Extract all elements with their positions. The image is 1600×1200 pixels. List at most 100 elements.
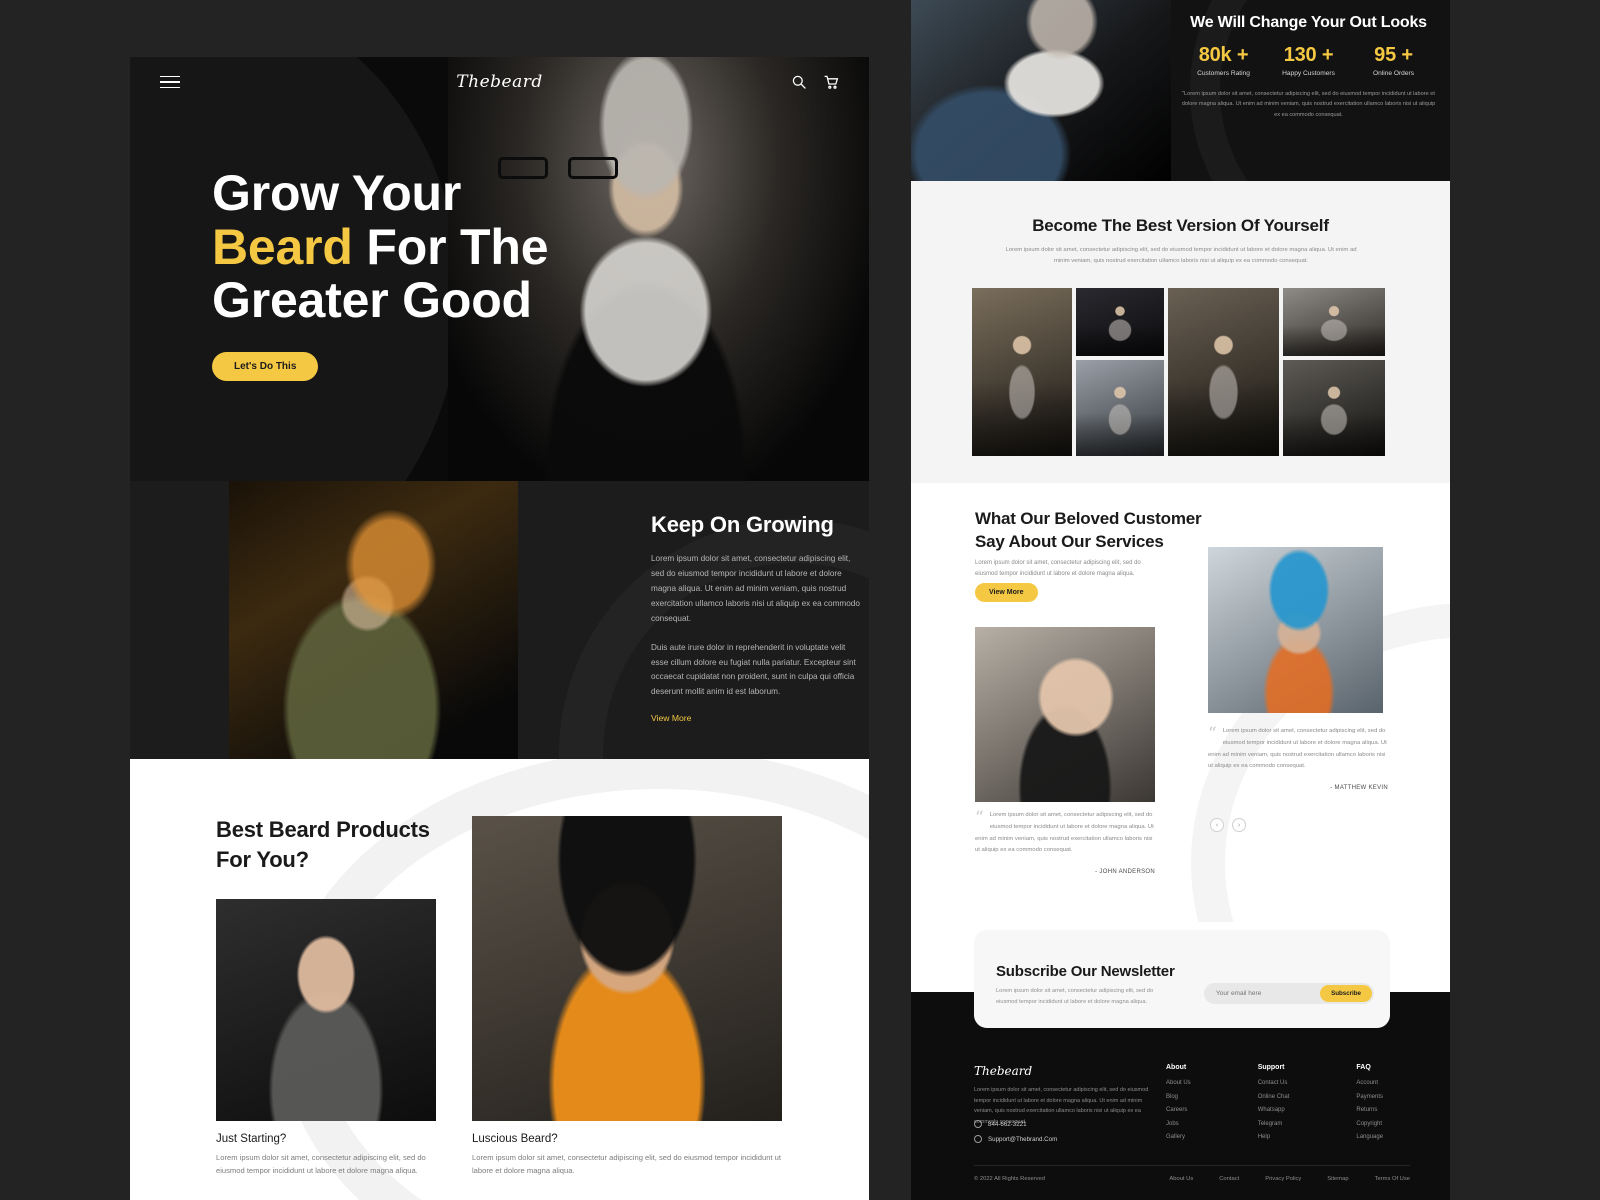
stat-value: 80k + xyxy=(1198,44,1249,66)
hero-copy: Grow Your Beard For The Greater Good Let… xyxy=(212,165,549,381)
footer-bottom-link[interactable]: Sitemap xyxy=(1327,1176,1348,1182)
footer-column-title: FAQ xyxy=(1356,1064,1371,1071)
hero-cta-button[interactable]: Let's Do This xyxy=(212,351,319,381)
product-photo-just-starting xyxy=(216,899,436,1121)
gallery-photo[interactable] xyxy=(1283,360,1385,456)
left-page: Thebeard Grow Your Beard For The Greater… xyxy=(130,57,869,1200)
product-card[interactable]: Just Starting? Lorem ipsum dolor sit ame… xyxy=(216,899,436,1178)
carousel-prev-icon[interactable]: ‹ xyxy=(1210,818,1224,832)
testimonials-title-line1: What Our Beloved Customer xyxy=(975,509,1202,528)
version-section: Become The Best Version Of Yourself Lore… xyxy=(911,181,1450,483)
testimonial-text: Lorem ipsum dolor sit amet, consectetur … xyxy=(975,812,1154,854)
testimonials-view-more-button[interactable]: View More xyxy=(975,583,1038,602)
testimonials-title: What Our Beloved Customer Say About Our … xyxy=(975,507,1202,554)
products-title-line1: Best Beard Products xyxy=(216,817,430,842)
gallery-photo[interactable] xyxy=(1076,288,1164,356)
growing-title: Keep On Growing xyxy=(651,512,834,537)
testimonial-quote: “ Lorem ipsum dolor sit amet, consectetu… xyxy=(975,810,1155,876)
testimonials-title-line2: Say About Our Services xyxy=(975,532,1164,552)
footer-link[interactable]: Jobs xyxy=(1166,1121,1191,1127)
stat-label: Online Orders xyxy=(1372,70,1415,77)
footer-link[interactable]: Copyright xyxy=(1356,1121,1383,1127)
keep-growing-section: Keep On Growing Lorem ipsum dolor sit am… xyxy=(130,481,869,759)
testimonial-photo-john-anderson xyxy=(975,627,1155,802)
footer-email-text: Support@Thebrand.Com xyxy=(988,1135,1058,1143)
footer-link[interactable]: Account xyxy=(1356,1080,1383,1086)
footer-bottom-link[interactable]: Contact xyxy=(1219,1176,1239,1182)
screenshot-canvas: Thebeard Grow Your Beard For The Greater… xyxy=(0,0,1600,1200)
testimonial-author: - JOHN ANDERSON xyxy=(1095,869,1155,876)
hero-headline-line3: Greater Good xyxy=(212,272,532,328)
footer-link[interactable]: Blog xyxy=(1166,1094,1191,1100)
footer-link[interactable]: Returns xyxy=(1356,1107,1383,1113)
footer-link[interactable]: Online Chat xyxy=(1258,1094,1290,1100)
hamburger-icon[interactable] xyxy=(160,72,180,93)
products-title-line2: For You? xyxy=(216,846,309,872)
footer-column-about: About About Us Blog Careers Jobs Gallery xyxy=(1166,1064,1191,1148)
footer-email[interactable]: Support@Thebrand.Com xyxy=(974,1135,1057,1143)
site-footer: Thebeard Lorem ipsum dolor sit amet, con… xyxy=(911,1042,1450,1200)
footer-column-support: Support Contact Us Online Chat Whatsapp … xyxy=(1258,1064,1290,1148)
growing-view-more-link[interactable]: View More xyxy=(651,713,691,723)
products-title: Best Beard Products For You? xyxy=(216,815,430,874)
hero-headline: Grow Your Beard For The Greater Good xyxy=(212,165,549,328)
footer-link[interactable]: Payments xyxy=(1356,1094,1383,1100)
brand-logo: Thebeard xyxy=(456,72,543,92)
hero-section: Thebeard Grow Your Beard For The Greater… xyxy=(130,57,869,481)
product-caption: Just Starting? xyxy=(216,1133,287,1145)
footer-link[interactable]: Help xyxy=(1258,1134,1290,1140)
hero-headline-line1: Grow Your xyxy=(212,165,462,221)
footer-link[interactable]: Whatsapp xyxy=(1258,1107,1290,1113)
footer-bottom-bar: © 2022 All Rights Reserved About Us Cont… xyxy=(974,1176,1410,1182)
version-title: Become The Best Version Of Yourself xyxy=(1032,216,1329,235)
newsletter-section: Subscribe Our Newsletter Lorem ipsum dol… xyxy=(974,930,1390,1028)
stats-note: "Lorem ipsum dolor sit amet, consectetur… xyxy=(1181,91,1436,118)
stats-photo-white-beard xyxy=(911,0,1171,181)
testimonial-author: - MATTHEW KEVIN xyxy=(1330,785,1388,792)
product-photo-luscious-beard xyxy=(472,816,782,1121)
hero-headline-line2-rest: For The xyxy=(352,218,549,275)
newsletter-email-input[interactable] xyxy=(1204,990,1321,997)
growing-photo-long-beard xyxy=(229,481,518,759)
testimonials-section: What Our Beloved Customer Say About Our … xyxy=(911,483,1450,925)
stat-value: 130 + xyxy=(1283,44,1334,66)
newsletter-subtitle: Lorem ipsum dolor sit amet, consectetur … xyxy=(996,988,1154,1005)
footer-bottom-link[interactable]: Privacy Policy xyxy=(1265,1176,1301,1182)
gallery-photo[interactable] xyxy=(1076,360,1164,456)
stat-item: 130 + Happy Customers xyxy=(1266,45,1351,77)
quote-mark-icon: “ xyxy=(1208,724,1217,744)
footer-contact: 844-662-3221 Support@Thebrand.Com xyxy=(974,1120,1057,1150)
stats-title: We Will Change Your Out Looks xyxy=(1190,14,1427,31)
product-card[interactable]: Luscious Beard? Lorem ipsum dolor sit am… xyxy=(472,816,782,1178)
search-icon[interactable] xyxy=(791,74,807,90)
product-caption: Luscious Beard? xyxy=(472,1133,558,1145)
stat-label: Customers Rating xyxy=(1197,70,1250,77)
cart-icon[interactable] xyxy=(823,74,839,90)
footer-bottom-link[interactable]: About Us xyxy=(1169,1176,1193,1182)
footer-bottom-links: About Us Contact Privacy Policy Sitemap … xyxy=(1169,1176,1410,1182)
stat-value: 95 + xyxy=(1374,44,1413,66)
newsletter-subscribe-button[interactable]: Subscribe xyxy=(1320,985,1372,1002)
gallery-photo[interactable] xyxy=(1168,288,1279,456)
testimonials-subtitle: Lorem ipsum dolor sit amet, consectetur … xyxy=(975,560,1141,578)
growing-paragraph-2: Duis aute irure dolor in reprehenderit i… xyxy=(651,642,856,697)
hero-headline-accent: Beard xyxy=(212,218,353,275)
newsletter-form: Subscribe xyxy=(1204,983,1374,1004)
version-gallery xyxy=(972,288,1389,456)
footer-link[interactable]: About Us xyxy=(1166,1080,1191,1086)
site-header: Thebeard xyxy=(130,57,869,107)
testimonial-quote: “ Lorem ipsum dolor sit amet, consectetu… xyxy=(1208,724,1388,792)
mail-icon xyxy=(974,1135,982,1143)
gallery-photo[interactable] xyxy=(972,288,1072,456)
footer-link[interactable]: Telegram xyxy=(1258,1121,1290,1127)
stat-item: 80k + Customers Rating xyxy=(1181,45,1266,77)
footer-bottom-link[interactable]: Terms Of Use xyxy=(1375,1176,1410,1182)
footer-link[interactable]: Contact Us xyxy=(1258,1080,1290,1086)
gallery-photo[interactable] xyxy=(1283,288,1385,356)
footer-phone[interactable]: 844-662-3221 xyxy=(974,1120,1057,1128)
footer-column-title: About xyxy=(1166,1064,1187,1071)
footer-link[interactable]: Language xyxy=(1356,1134,1383,1140)
footer-link[interactable]: Careers xyxy=(1166,1107,1191,1113)
footer-link[interactable]: Gallery xyxy=(1166,1134,1191,1140)
carousel-next-icon[interactable]: › xyxy=(1232,818,1246,832)
